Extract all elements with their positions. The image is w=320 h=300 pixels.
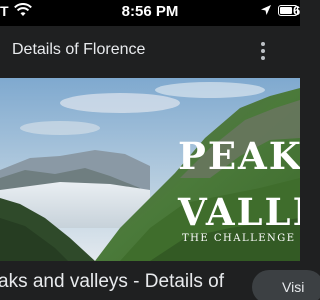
clock: 8:56 PM bbox=[121, 3, 179, 20]
result-heading[interactable]: aks and valleys - Details of bbox=[0, 271, 224, 293]
app-bar: Details of Florence bbox=[0, 26, 300, 78]
hero-tagline: THE CHALLENGE IS bbox=[182, 233, 300, 244]
hero-title-line-2: VALLE bbox=[178, 190, 300, 234]
visit-button[interactable]: Visi bbox=[252, 270, 320, 300]
status-bar: T 8:56 PM 6 bbox=[0, 0, 300, 26]
hero-image[interactable]: PEAKS VALLE THE CHALLENGE IS bbox=[0, 78, 300, 261]
hero-title-line-1: PEAKS bbox=[178, 134, 300, 178]
battery-percent: 6 bbox=[293, 3, 301, 18]
more-vert-icon[interactable] bbox=[255, 38, 271, 64]
result-row: aks and valleys - Details of Visi bbox=[0, 261, 320, 300]
location-arrow-icon bbox=[261, 5, 271, 15]
page-title: Details of Florence bbox=[12, 41, 146, 58]
